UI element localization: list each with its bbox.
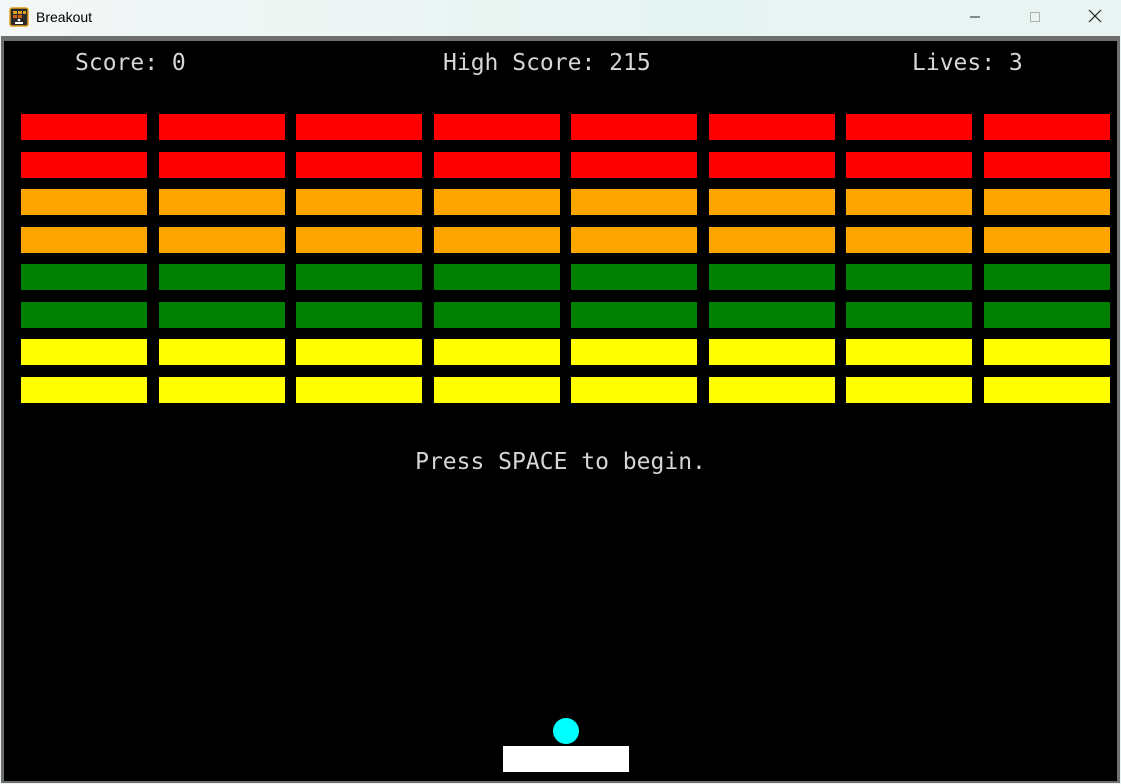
- brick: [21, 114, 147, 140]
- brick: [21, 264, 147, 290]
- brick: [159, 339, 285, 365]
- brick: [434, 339, 560, 365]
- brick: [159, 264, 285, 290]
- brick: [21, 302, 147, 328]
- brick: [571, 227, 697, 253]
- brick: [984, 189, 1110, 215]
- brick: [984, 152, 1110, 178]
- brick: [296, 339, 422, 365]
- brick: [709, 264, 835, 290]
- brick: [846, 152, 972, 178]
- brick: [846, 264, 972, 290]
- brick: [159, 227, 285, 253]
- ball: [553, 718, 579, 744]
- brick: [984, 264, 1110, 290]
- brick: [159, 377, 285, 403]
- brick: [984, 114, 1110, 140]
- brick: [296, 152, 422, 178]
- brick: [984, 302, 1110, 328]
- brick: [159, 152, 285, 178]
- brick: [296, 189, 422, 215]
- brick: [571, 189, 697, 215]
- brick: [984, 339, 1110, 365]
- brick: [571, 152, 697, 178]
- brick: [434, 152, 560, 178]
- brick: [709, 377, 835, 403]
- close-icon: [1088, 8, 1102, 27]
- brick: [571, 377, 697, 403]
- brick: [21, 189, 147, 215]
- brick: [159, 114, 285, 140]
- brick: [159, 302, 285, 328]
- minimize-icon: [969, 8, 981, 27]
- brick: [21, 152, 147, 178]
- maximize-button[interactable]: [1012, 0, 1058, 34]
- brick: [434, 264, 560, 290]
- brick: [709, 339, 835, 365]
- brick: [434, 377, 560, 403]
- brick: [984, 227, 1110, 253]
- brick: [434, 302, 560, 328]
- brick: [709, 189, 835, 215]
- brick: [571, 114, 697, 140]
- start-message: Press SPACE to begin.: [415, 449, 706, 475]
- brick: [434, 114, 560, 140]
- brick: [846, 302, 972, 328]
- brick: [296, 227, 422, 253]
- brick: [709, 227, 835, 253]
- brick: [846, 227, 972, 253]
- brick: [709, 114, 835, 140]
- brick: [21, 339, 147, 365]
- brick: [434, 227, 560, 253]
- brick: [984, 377, 1110, 403]
- brick: [296, 114, 422, 140]
- paddle[interactable]: [503, 746, 629, 772]
- brick: [159, 189, 285, 215]
- brick: [846, 339, 972, 365]
- close-button[interactable]: [1072, 0, 1118, 34]
- game-canvas[interactable]: Score: 0 High Score: 215 Lives: 3 Press …: [4, 41, 1117, 781]
- brick: [21, 377, 147, 403]
- brick: [846, 377, 972, 403]
- lives-display: Lives: 3: [912, 50, 1023, 76]
- brick: [571, 302, 697, 328]
- title-bar[interactable]: Breakout: [0, 0, 1121, 36]
- brick: [846, 189, 972, 215]
- brick: [434, 189, 560, 215]
- brick: [296, 302, 422, 328]
- high-score-display: High Score: 215: [443, 50, 651, 76]
- score-display: Score: 0: [75, 50, 186, 76]
- brick: [571, 264, 697, 290]
- brick: [709, 302, 835, 328]
- brick: [571, 339, 697, 365]
- game-window: Breakout Score: 0 High Score: 215 Lives:…: [0, 0, 1121, 784]
- brick: [709, 152, 835, 178]
- maximize-icon: [1029, 8, 1041, 27]
- brick: [296, 377, 422, 403]
- brick: [21, 227, 147, 253]
- brick: [846, 114, 972, 140]
- brick: [296, 264, 422, 290]
- minimize-button[interactable]: [952, 0, 998, 34]
- window-title: Breakout: [36, 9, 93, 25]
- breakout-app-icon: [9, 7, 29, 27]
